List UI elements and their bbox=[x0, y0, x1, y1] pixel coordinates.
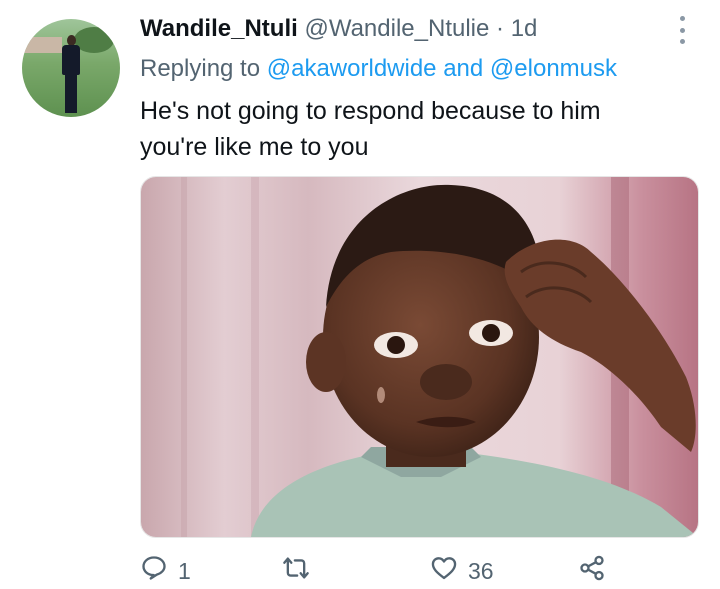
tweet-actions: 1 36 bbox=[140, 554, 610, 588]
tweet-header: Wandile_Ntuli @Wandile_Ntulie · 1d bbox=[140, 14, 537, 44]
replying-user-elon[interactable]: @elonmusk bbox=[490, 55, 617, 82]
tweet-text: He's not going to respond because to him… bbox=[140, 93, 700, 165]
reply-count: 1 bbox=[178, 557, 191, 584]
tweet-text-line1: He's not going to respond because to him bbox=[140, 97, 601, 125]
author-handle[interactable]: @Wandile_Ntulie bbox=[304, 15, 489, 42]
heart-icon bbox=[430, 554, 458, 588]
author-avatar[interactable] bbox=[22, 19, 120, 117]
meme-photo-image bbox=[141, 177, 698, 537]
replying-to: Replying to @akaworldwide and @elonmusk bbox=[140, 54, 617, 84]
replying-and[interactable]: and bbox=[443, 55, 483, 82]
avatar-building bbox=[22, 37, 62, 53]
tweet-timestamp[interactable]: 1d bbox=[511, 15, 538, 42]
retweet-icon bbox=[282, 554, 310, 588]
tweet-media-photo[interactable] bbox=[140, 176, 699, 538]
avatar-person bbox=[61, 35, 81, 115]
tweet-text-line2: you're like me to you bbox=[140, 133, 369, 161]
replying-prefix: Replying to bbox=[140, 55, 261, 82]
retweet-button[interactable] bbox=[282, 556, 320, 586]
share-button[interactable] bbox=[578, 554, 606, 588]
like-count: 36 bbox=[468, 557, 494, 584]
reply-button[interactable]: 1 bbox=[140, 556, 191, 586]
replying-user-aka[interactable]: @akaworldwide bbox=[267, 55, 437, 82]
author-name[interactable]: Wandile_Ntuli bbox=[140, 15, 298, 42]
separator-dot: · bbox=[496, 15, 505, 42]
comment-icon bbox=[140, 554, 168, 588]
like-button[interactable]: 36 bbox=[430, 556, 494, 586]
more-options-icon[interactable] bbox=[675, 16, 689, 44]
share-icon bbox=[578, 554, 606, 588]
